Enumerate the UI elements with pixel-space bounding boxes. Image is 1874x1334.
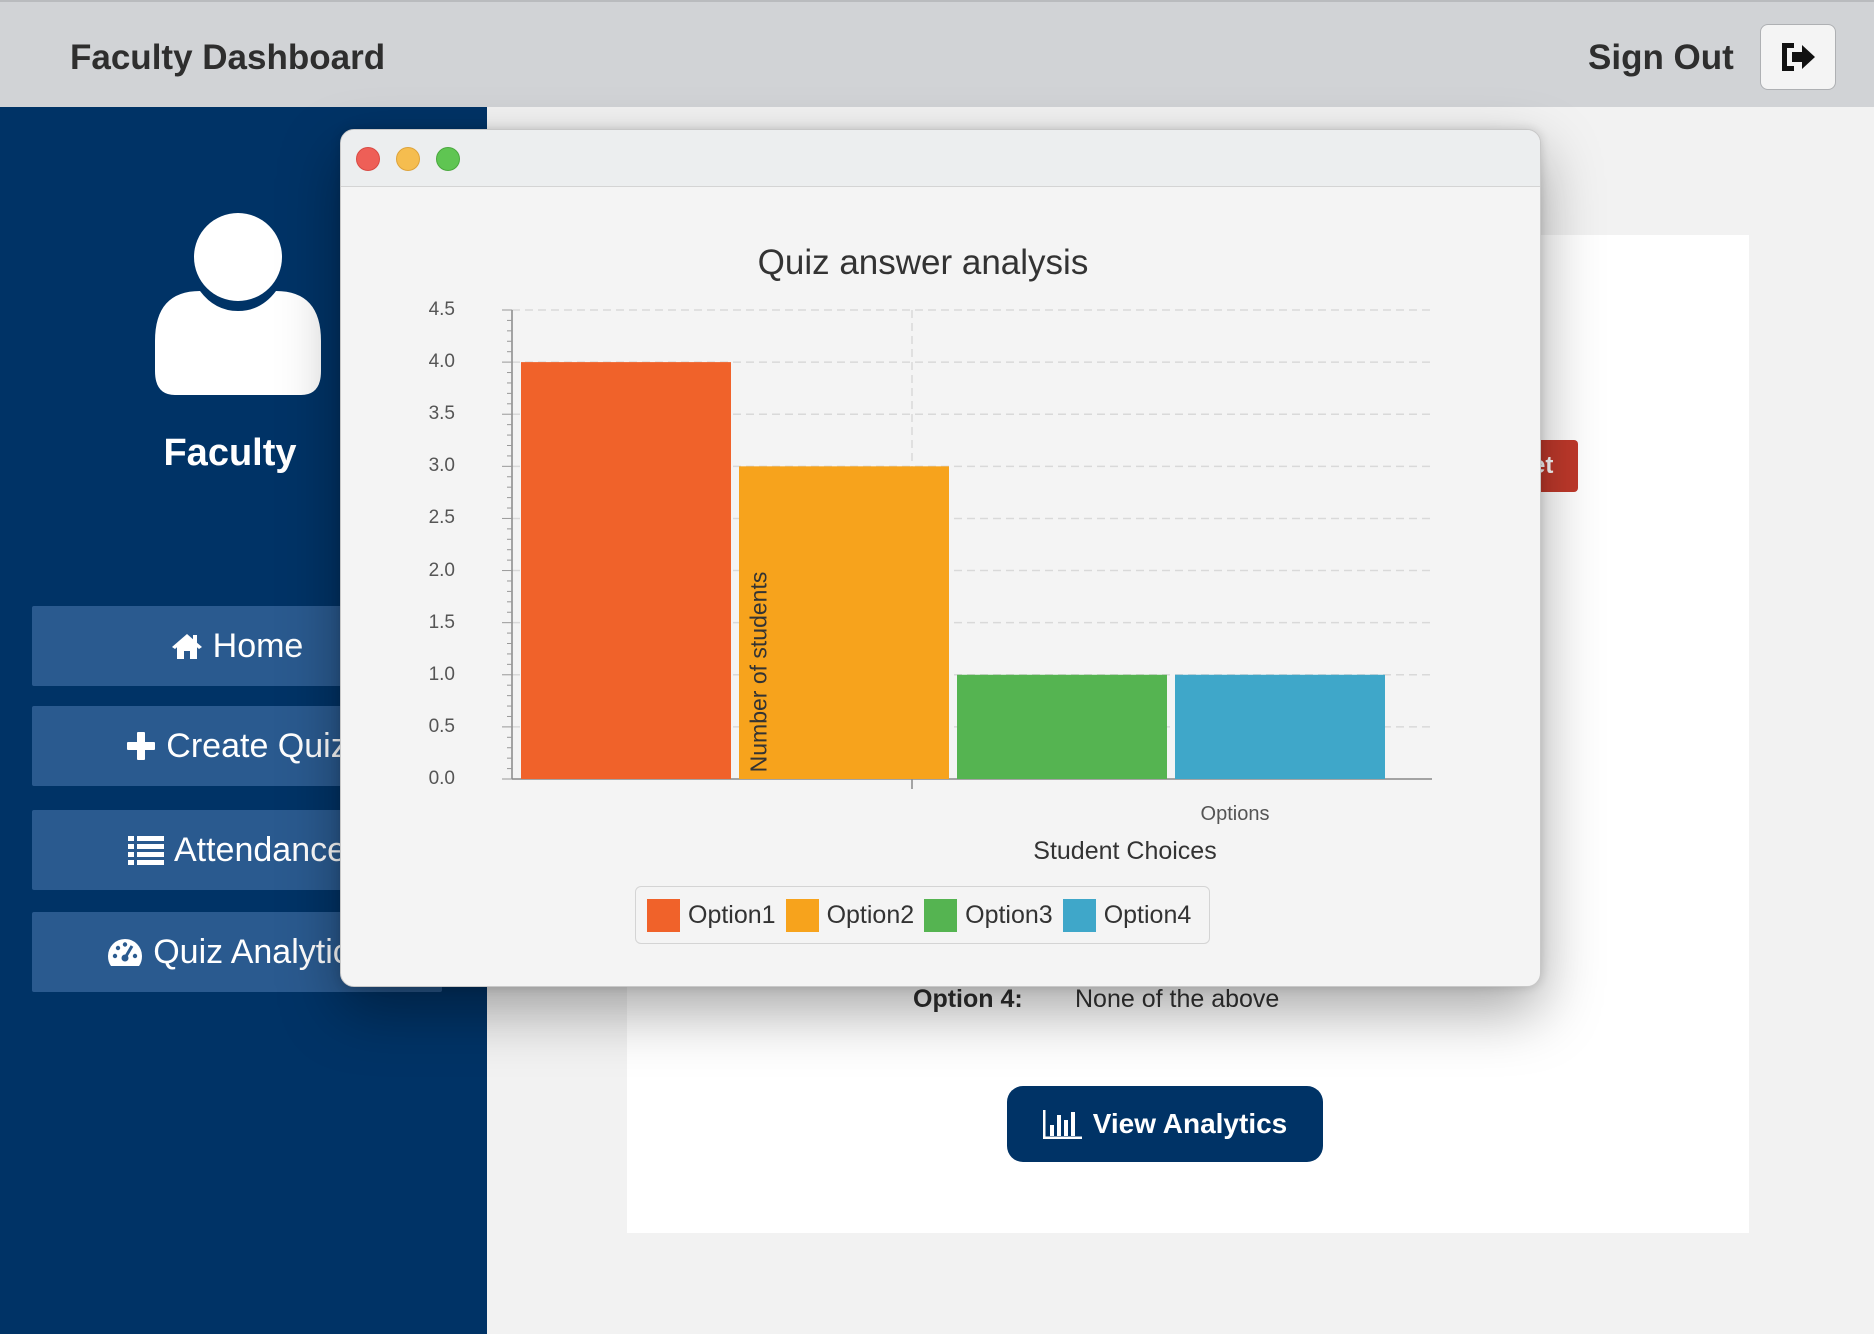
window-titlebar[interactable] [341, 130, 1540, 187]
option-4-label: Option 4: [913, 985, 1023, 1013]
legend-swatch [785, 898, 819, 932]
legend-swatch [924, 898, 958, 932]
app-title: Faculty Dashboard [70, 38, 386, 77]
y-tick-label: 4.5 [428, 299, 455, 320]
view-analytics-label: View Analytics [1092, 1108, 1288, 1139]
minimize-window-button[interactable] [396, 147, 420, 171]
bar-option1 [521, 362, 731, 779]
plus-icon [127, 732, 156, 760]
legend-item: Option3 [924, 898, 1053, 932]
sign-out-button[interactable] [1760, 24, 1836, 90]
y-tick-label: 0.5 [428, 715, 455, 737]
legend-label: Option1 [688, 900, 776, 929]
user-avatar-icon [155, 213, 321, 395]
bar-option4 [1175, 674, 1385, 779]
chart-legend: Option1 Option2 Option3 Option4 [635, 886, 1210, 944]
legend-swatch [1062, 898, 1096, 932]
option-4-value: None of the above [1075, 985, 1280, 1013]
x-axis-label: Student Choices [1033, 837, 1217, 865]
legend-label: Option4 [1103, 900, 1192, 929]
sign-out-label[interactable]: Sign Out [1588, 38, 1734, 78]
chart-window: Quiz answer analysis 0.0 0.5 1.0 1.5 2.0 2.5 3… [340, 129, 1541, 987]
legend-label: Option2 [826, 900, 915, 929]
y-tick-label: 3.0 [428, 455, 455, 477]
legend-item: Option4 [1062, 898, 1192, 932]
bar-option3 [957, 674, 1167, 779]
sidebar-item-label: Attendance [173, 830, 347, 869]
y-tick-label: 2.0 [428, 559, 455, 581]
sidebar-item-label: Home [212, 626, 304, 665]
legend-swatch [647, 898, 680, 932]
top-bar: Faculty Dashboard Sign Out [0, 0, 1874, 107]
x-category-label: Options [1200, 803, 1270, 825]
view-analytics-button[interactable]: View Analytics [1007, 1086, 1323, 1162]
list-icon [127, 836, 164, 865]
y-tick-label: 1.0 [428, 663, 455, 685]
y-tick-label: 3.5 [428, 403, 455, 425]
bar-chart [502, 309, 1432, 789]
maximize-window-button[interactable] [436, 147, 460, 171]
sidebar-item-label: Create Quiz [166, 726, 348, 765]
sign-out-icon [1782, 43, 1815, 71]
home-icon [171, 634, 202, 659]
y-tick-label: 4.0 [428, 351, 455, 373]
legend-label: Option3 [965, 900, 1053, 929]
y-tick-label: 1.5 [428, 611, 455, 633]
close-window-button[interactable] [356, 147, 380, 171]
y-tick-label: 0.0 [428, 768, 455, 789]
sidebar-item-label: Quiz Analytics [153, 932, 367, 971]
legend-item: Option2 [785, 898, 915, 932]
bar-chart-icon [1042, 1110, 1082, 1139]
dashboard-gauge-icon [108, 939, 143, 966]
legend-item: Option1 [647, 898, 776, 932]
y-tick-label: 2.5 [428, 507, 455, 529]
y-axis-label: Number of students [745, 571, 772, 773]
